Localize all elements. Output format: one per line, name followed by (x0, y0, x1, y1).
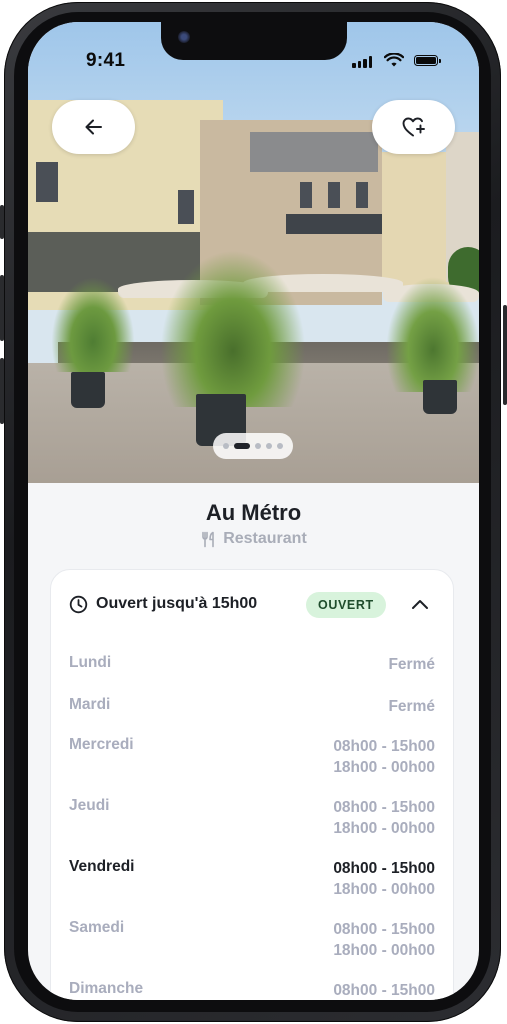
chevron-up-icon[interactable] (411, 596, 429, 612)
hours-value: 08h00 - 15h00 18h00 - 00h00 (333, 858, 435, 900)
hours-value: 08h00 - 15h00 (333, 980, 435, 1000)
hours-line: 08h00 - 15h00 (333, 738, 435, 755)
place-category: Restaurant (28, 530, 479, 548)
hours-line: 18h00 - 00h00 (333, 759, 435, 776)
arrow-left-icon (85, 119, 102, 135)
day-label: Jeudi (69, 797, 110, 814)
building-window (300, 182, 312, 208)
building-window (328, 182, 340, 208)
volume-down-button (0, 358, 4, 424)
category-label: Restaurant (223, 530, 307, 547)
hours-value: Fermé (388, 654, 435, 675)
power-button (503, 305, 507, 405)
building-window (178, 190, 194, 224)
roof-middle (250, 132, 378, 172)
hours-value: 08h00 - 15h00 18h00 - 00h00 (333, 797, 435, 839)
pager-dot[interactable] (223, 443, 229, 449)
hours-line: 18h00 - 00h00 (333, 820, 435, 837)
fork-knife-icon (202, 531, 215, 547)
building-window (356, 182, 368, 208)
screen: 9:41 Au Métro Restaurant Ouvert jusqu'à … (28, 22, 479, 1000)
back-button[interactable] (52, 100, 135, 154)
hours-line: 08h00 - 15h00 (333, 860, 435, 877)
status-time: 9:41 (86, 50, 126, 71)
wifi-icon (384, 53, 404, 67)
hero-photo[interactable] (28, 22, 479, 483)
planter (423, 380, 457, 414)
day-label: Samedi (69, 919, 125, 936)
clock-icon (69, 595, 88, 613)
cellular-signal-icon (352, 56, 372, 68)
pager-dot[interactable] (266, 443, 272, 449)
heart-plus-icon (402, 117, 425, 137)
day-label: Mardi (69, 696, 111, 713)
hours-line: Fermé (388, 698, 435, 715)
opening-summary: Ouvert jusqu'à 15h00 (96, 595, 258, 612)
palm-tree (48, 272, 138, 372)
day-label: Dimanche (69, 980, 144, 997)
hours-value: 08h00 - 15h00 18h00 - 00h00 (333, 919, 435, 961)
planter (71, 372, 105, 408)
hours-line: Fermé (388, 656, 435, 673)
pager-dot[interactable] (277, 443, 283, 449)
gallery-pager[interactable] (213, 433, 293, 459)
building-window (36, 162, 58, 202)
hours-value: 08h00 - 15h00 18h00 - 00h00 (333, 736, 435, 778)
balcony (286, 214, 382, 234)
dynamic-island (161, 22, 347, 60)
hours-line: 08h00 - 15h00 (333, 982, 435, 999)
volume-up-button (0, 275, 4, 341)
status-badge: OUVERT (306, 592, 386, 618)
silent-switch (0, 205, 4, 239)
palm-tree (383, 272, 479, 392)
opening-hours-header[interactable]: Ouvert jusqu'à 15h00 OUVERT (69, 590, 435, 618)
hours-line: 08h00 - 15h00 (333, 799, 435, 816)
day-label: Lundi (69, 654, 112, 671)
day-label: Mercredi (69, 736, 134, 753)
status-bar: 9:41 (28, 22, 479, 82)
hours-value: Fermé (388, 696, 435, 717)
hours-line: 18h00 - 00h00 (333, 881, 435, 898)
opening-hours-card: Ouvert jusqu'à 15h00 OUVERT Lundi Fermé … (50, 569, 454, 1000)
day-label-today: Vendredi (69, 858, 135, 875)
hours-line: 08h00 - 15h00 (333, 921, 435, 938)
front-camera (178, 31, 190, 43)
place-title: Au Métro (205, 500, 302, 525)
add-favorite-button[interactable] (372, 100, 455, 154)
battery-icon (414, 55, 441, 66)
palm-tree (158, 247, 308, 407)
hours-line: 18h00 - 00h00 (333, 942, 435, 959)
building-right (382, 152, 452, 292)
pager-dot-active[interactable] (234, 443, 250, 449)
pager-dot[interactable] (255, 443, 261, 449)
